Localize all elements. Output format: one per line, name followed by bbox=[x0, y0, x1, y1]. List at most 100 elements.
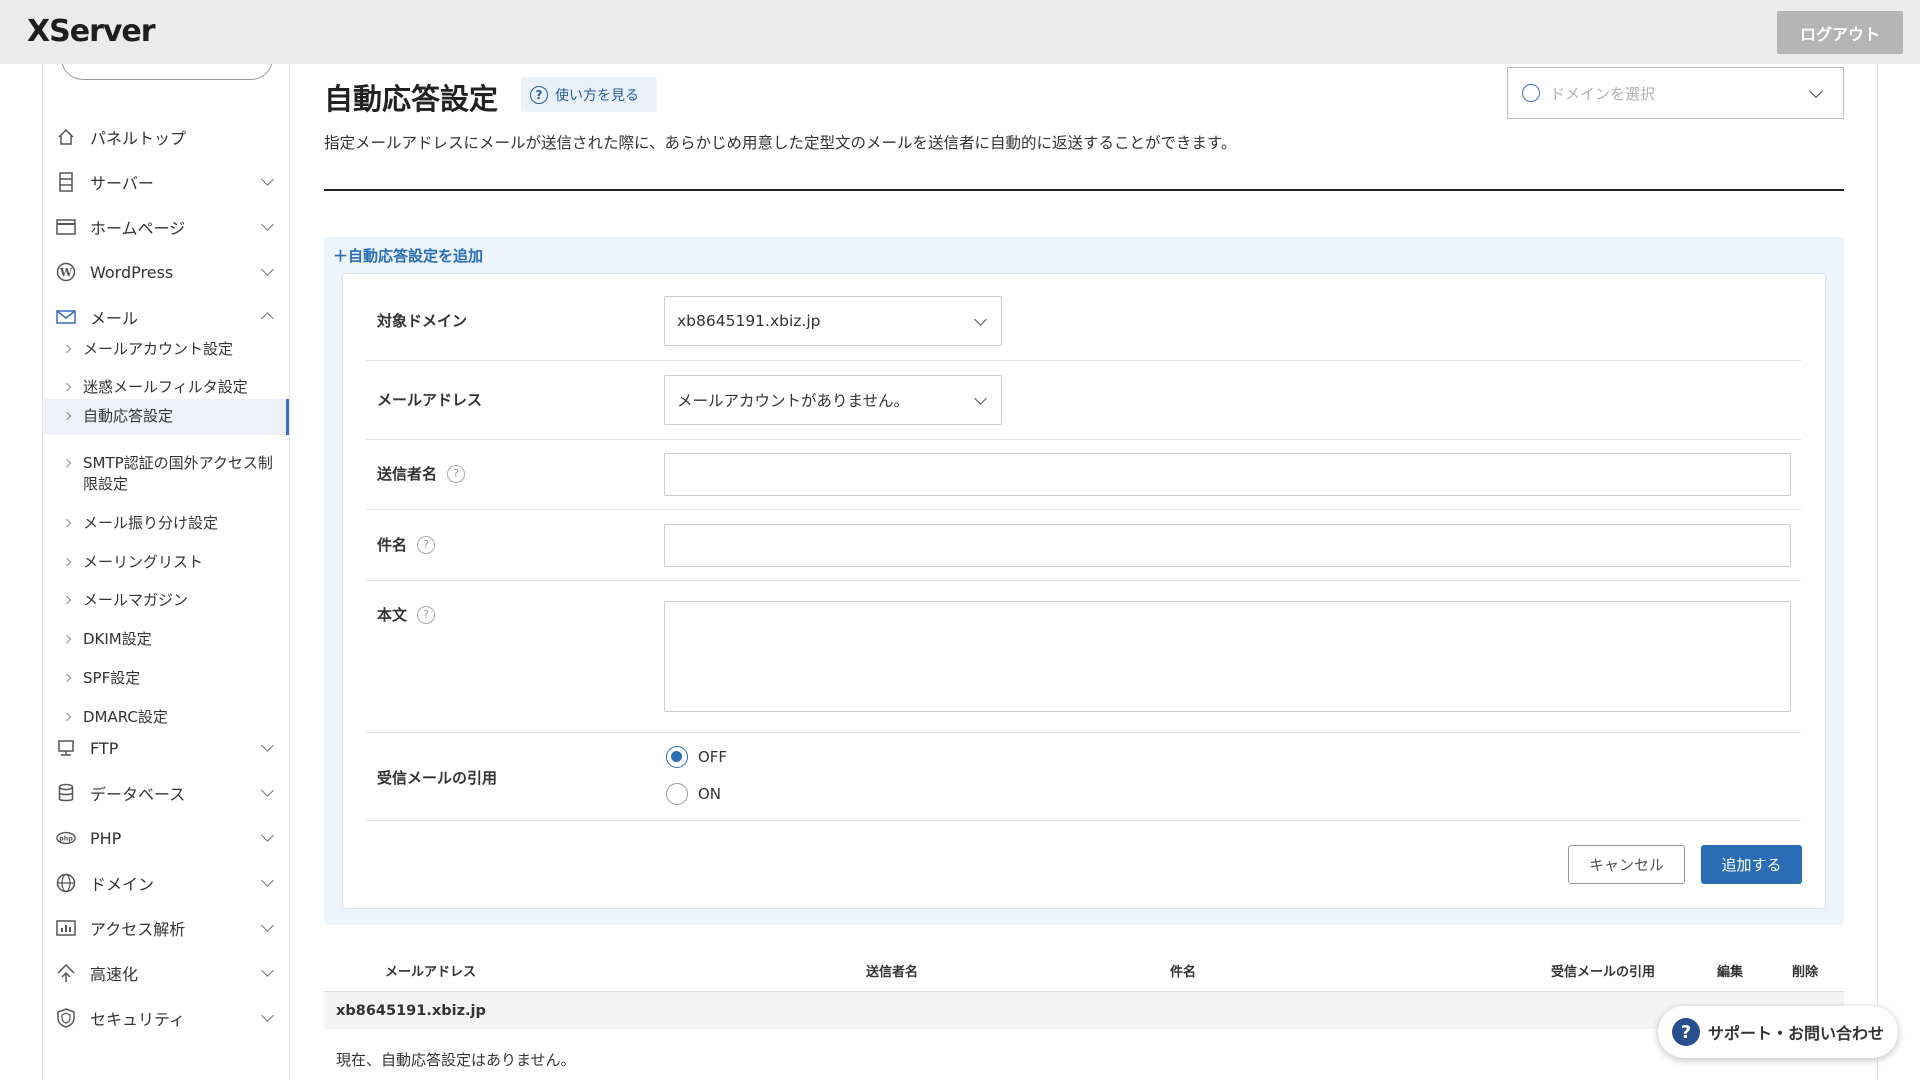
row-separator bbox=[366, 439, 1801, 440]
browser-window-icon bbox=[56, 217, 76, 237]
sidebar-item-database[interactable]: データベース bbox=[43, 773, 289, 813]
chevron-down-icon bbox=[1808, 83, 1824, 99]
add-auto-reply-link[interactable]: ＋自動応答設定を追加 bbox=[333, 245, 483, 266]
chevron-right-icon bbox=[62, 634, 72, 644]
body-label: 本文 ? bbox=[377, 604, 436, 625]
help-icon[interactable]: ? bbox=[417, 535, 436, 554]
sidebar-sub-auto-reply[interactable]: 自動応答設定 bbox=[43, 399, 289, 435]
chevron-right-icon bbox=[62, 382, 72, 392]
mail-address-label: メールアドレス bbox=[377, 391, 483, 409]
sidebar: パネルトップ サーバー ホームページ W WordPress メール メールアカ… bbox=[42, 64, 290, 1080]
quote-label: 受信メールの引用 bbox=[377, 769, 498, 787]
page-title: 自動応答設定 bbox=[324, 82, 499, 116]
sidebar-top-button[interactable] bbox=[61, 64, 273, 80]
howto-button[interactable]: ? 使い方を見る bbox=[521, 77, 657, 112]
sidebar-sub-mailing-list[interactable]: メーリングリスト bbox=[43, 552, 289, 582]
question-icon: ? bbox=[1672, 1018, 1700, 1046]
chevron-down-icon bbox=[261, 829, 274, 842]
sidebar-item-ftp[interactable]: FTP bbox=[43, 728, 289, 768]
quote-on-radio[interactable]: ON bbox=[666, 783, 721, 805]
chevron-right-icon bbox=[62, 557, 72, 567]
help-icon[interactable]: ? bbox=[417, 605, 436, 624]
sidebar-item-server[interactable]: サーバー bbox=[43, 162, 289, 202]
mail-address-select[interactable]: メールアカウントがありません。 bbox=[664, 375, 1002, 425]
database-icon bbox=[56, 783, 76, 803]
page-description: 指定メールアドレスにメールが送信された際に、あらかじめ用意した定型文のメールを送… bbox=[324, 134, 1237, 152]
svg-text:php: php bbox=[59, 836, 73, 843]
radio-selected-icon bbox=[666, 746, 688, 768]
body-textarea[interactable] bbox=[664, 601, 1791, 712]
question-circle-icon: ? bbox=[530, 85, 548, 104]
chevron-down-icon bbox=[974, 392, 987, 405]
chevron-down-icon bbox=[261, 173, 274, 186]
subject-input[interactable] bbox=[664, 524, 1791, 567]
quote-off-radio[interactable]: OFF bbox=[666, 746, 727, 768]
table-group-row: xb8645191.xbiz.jp bbox=[324, 992, 1844, 1029]
sidebar-item-php[interactable]: php PHP bbox=[43, 818, 289, 858]
support-button[interactable]: ? サポート・お問い合わせ bbox=[1658, 1006, 1898, 1058]
logout-button[interactable]: ログアウト bbox=[1777, 11, 1903, 54]
chevron-down-icon bbox=[261, 874, 274, 887]
domain-select[interactable]: ドメインを選択 bbox=[1507, 67, 1844, 119]
sidebar-item-wordpress[interactable]: W WordPress bbox=[43, 252, 289, 292]
chevron-right-icon bbox=[62, 411, 72, 421]
row-separator bbox=[366, 360, 1801, 361]
column-header-quote: 受信メールの引用 bbox=[1551, 965, 1656, 980]
row-separator bbox=[366, 820, 1801, 821]
sidebar-sub-spf[interactable]: SPF設定 bbox=[43, 668, 289, 698]
row-separator bbox=[366, 509, 1801, 510]
chevron-down-icon bbox=[261, 218, 274, 231]
sidebar-item-domain[interactable]: ドメイン bbox=[43, 863, 289, 903]
top-bar: XServer ログアウト bbox=[0, 0, 1920, 64]
chevron-down-icon bbox=[974, 313, 987, 326]
subject-label: 件名 ? bbox=[377, 534, 436, 555]
content-right-border bbox=[1877, 64, 1878, 1080]
radio-unselected-icon bbox=[666, 783, 688, 805]
chevron-down-icon bbox=[261, 784, 274, 797]
globe-icon bbox=[1522, 84, 1540, 102]
mail-address-value: メールアカウントがありません。 bbox=[677, 392, 910, 410]
chevron-right-icon bbox=[62, 518, 72, 528]
envelope-icon bbox=[56, 307, 76, 327]
domain-select-placeholder: ドメインを選択 bbox=[1550, 84, 1656, 103]
xserver-logo[interactable]: XServer bbox=[27, 14, 156, 49]
sidebar-item-mail[interactable]: メール bbox=[43, 297, 289, 337]
php-icon: php bbox=[56, 828, 76, 848]
empty-message: 現在、自動応答設定はありません。 bbox=[336, 1051, 576, 1069]
row-separator bbox=[366, 732, 1801, 733]
chevron-right-icon bbox=[62, 595, 72, 605]
wordpress-icon: W bbox=[56, 262, 76, 282]
target-domain-value: xb8645191.xbiz.jp bbox=[677, 312, 821, 330]
sidebar-sub-mail-account[interactable]: メールアカウント設定 bbox=[43, 339, 289, 369]
sender-name-input[interactable] bbox=[664, 453, 1791, 496]
svg-text:W: W bbox=[59, 266, 73, 279]
server-icon bbox=[56, 172, 76, 192]
target-domain-label: 対象ドメイン bbox=[377, 312, 468, 330]
column-header-sender-name: 送信者名 bbox=[866, 965, 919, 980]
cancel-button[interactable]: キャンセル bbox=[1568, 845, 1685, 884]
sidebar-item-panel-top[interactable]: パネルトップ bbox=[43, 117, 289, 157]
sidebar-sub-mail-sort[interactable]: メール振り分け設定 bbox=[43, 513, 289, 543]
sidebar-item-analytics[interactable]: アクセス解析 bbox=[43, 908, 289, 948]
sidebar-sub-mail-magazine[interactable]: メールマガジン bbox=[43, 590, 289, 620]
chevron-right-icon bbox=[62, 673, 72, 683]
bar-chart-icon bbox=[56, 918, 76, 938]
sidebar-item-homepage[interactable]: ホームページ bbox=[43, 207, 289, 247]
speed-icon bbox=[56, 963, 76, 983]
target-domain-select[interactable]: xb8645191.xbiz.jp bbox=[664, 296, 1002, 346]
submit-add-button[interactable]: 追加する bbox=[1701, 845, 1802, 884]
plus-icon: ＋ bbox=[333, 247, 349, 265]
home-icon bbox=[56, 127, 76, 147]
chevron-down-icon bbox=[261, 739, 274, 752]
column-header-edit: 編集 bbox=[1717, 965, 1744, 980]
help-icon[interactable]: ? bbox=[447, 464, 466, 483]
sidebar-item-speedup[interactable]: 高速化 bbox=[43, 953, 289, 993]
chevron-up-icon bbox=[261, 312, 274, 325]
shield-icon bbox=[56, 1008, 76, 1028]
chevron-right-icon bbox=[62, 458, 72, 468]
chevron-down-icon bbox=[261, 964, 274, 977]
sidebar-sub-smtp-restriction[interactable]: SMTP認証の国外アクセス制限設定 bbox=[43, 453, 289, 495]
sidebar-item-security[interactable]: セキュリティ bbox=[43, 998, 289, 1038]
chevron-right-icon bbox=[62, 344, 72, 354]
sidebar-sub-dkim[interactable]: DKIM設定 bbox=[43, 629, 289, 659]
